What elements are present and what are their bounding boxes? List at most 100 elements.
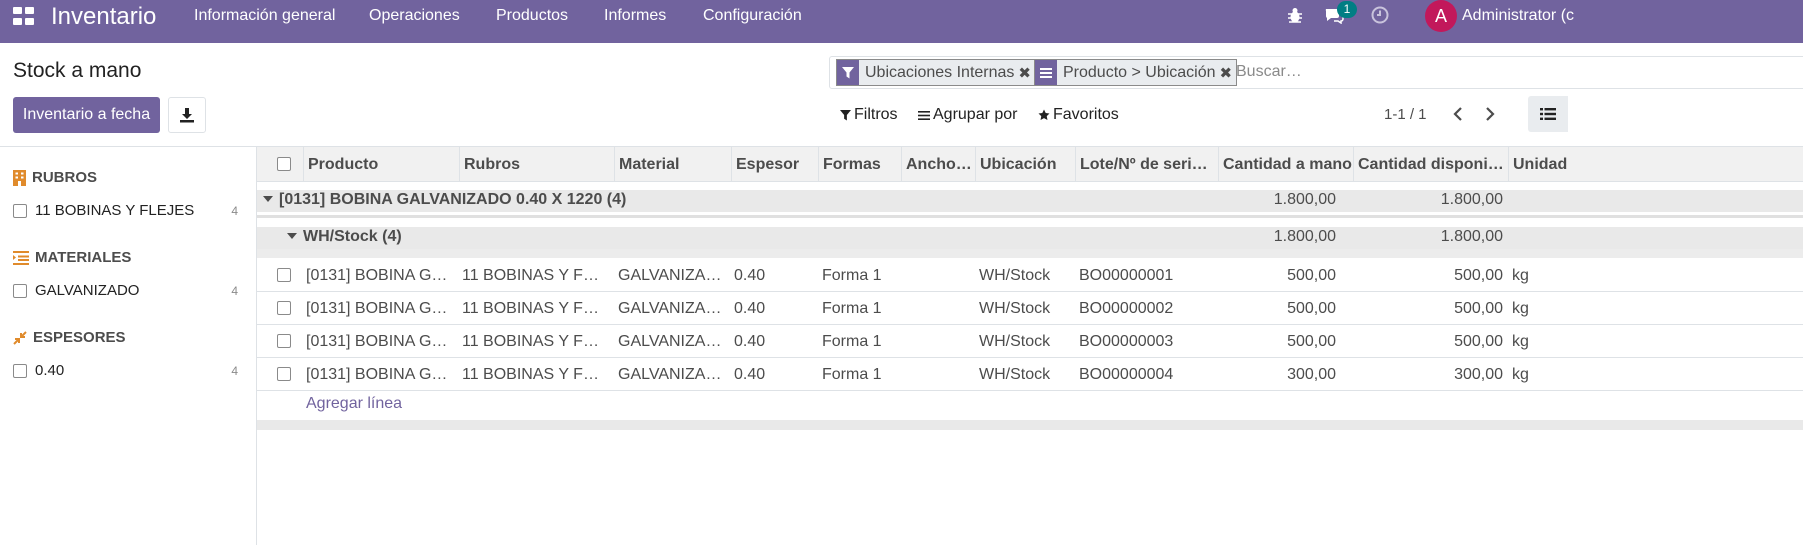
column-header-rubros[interactable]: Rubros xyxy=(459,147,614,182)
cell-ancho xyxy=(905,292,971,325)
section-title-label: RUBROS xyxy=(32,169,98,186)
search-box[interactable]: Ubicaciones Internas ✖ Producto > Ubicac… xyxy=(829,56,1803,89)
column-header-formas[interactable]: Formas xyxy=(818,147,901,182)
filter-icon xyxy=(837,60,859,85)
search-input[interactable] xyxy=(1236,63,1536,81)
cell-product: [0131] BOBINA GALVANIZADO 0.40 X 1220 xyxy=(306,267,448,284)
cell-location: WH/Stock xyxy=(979,267,1051,284)
table-row[interactable]: [0131] BOBINA GALVANIZADO 0.40 X 1220 11… xyxy=(257,259,1803,292)
group-separator xyxy=(257,215,1803,218)
filters-label: Filtros xyxy=(854,106,898,123)
list-indent-icon xyxy=(13,250,29,265)
column-header-ancho[interactable]: Ancho… xyxy=(901,147,975,182)
cell-lot-serial: BO00000002 xyxy=(1079,300,1174,317)
clock-icon[interactable] xyxy=(1371,6,1389,24)
column-header-qty-available[interactable]: Cantidad disponi… xyxy=(1353,147,1508,182)
column-header-product[interactable]: Producto xyxy=(303,147,459,182)
menu-item-general-info[interactable]: Información general xyxy=(194,7,335,25)
group-row-location[interactable]: WH/Stock (4) 1.800,00 1.800,00 xyxy=(257,227,1803,249)
app-title[interactable]: Inventario xyxy=(51,3,156,31)
cell-qty-available: 500,00 xyxy=(1454,267,1503,284)
column-header-location[interactable]: Ubicación xyxy=(975,147,1075,182)
cell-location: WH/Stock xyxy=(979,300,1051,317)
apps-menu-icon[interactable] xyxy=(13,7,35,25)
bars-icon xyxy=(918,110,930,120)
cell-material: GALVANIZADO xyxy=(618,333,728,350)
facet-label: Ubicaciones Internas xyxy=(865,63,1015,81)
user-name[interactable]: Administrator (c xyxy=(1462,7,1574,25)
filters-button[interactable]: Filtros xyxy=(840,106,898,124)
cell-forma: Forma 1 xyxy=(822,267,882,284)
column-header-espesor[interactable]: Espesor xyxy=(731,147,818,182)
section-title-materiales: MATERIALES xyxy=(13,249,131,266)
cell-lot-serial: BO00000001 xyxy=(1079,267,1174,284)
cell-rubro: 11 BOBINAS Y FLEJES xyxy=(462,300,605,317)
cell-unit: kg xyxy=(1512,267,1529,284)
sidebar-item-galvanizado[interactable]: GALVANIZADO 4 xyxy=(13,282,243,299)
table-row[interactable]: [0131] BOBINA GALVANIZADO 0.40 X 1220 11… xyxy=(257,292,1803,325)
column-header-lot-serial[interactable]: Lote/Nº de seri… xyxy=(1075,147,1218,182)
avatar[interactable]: A xyxy=(1425,0,1457,32)
cell-unit: kg xyxy=(1512,300,1529,317)
group-row-product[interactable]: [0131] BOBINA GALVANIZADO 0.40 X 1220 (4… xyxy=(257,190,1803,212)
facet-internal-locations[interactable]: Ubicaciones Internas ✖ xyxy=(836,59,1036,86)
close-icon[interactable]: ✖ xyxy=(1018,64,1035,82)
column-header-unit[interactable]: Unidad xyxy=(1508,147,1803,182)
inventory-at-date-button[interactable]: Inventario a fecha xyxy=(13,97,160,133)
cell-unit: kg xyxy=(1512,333,1529,350)
favorites-button[interactable]: Favoritos xyxy=(1038,106,1119,124)
row-checkbox[interactable] xyxy=(277,334,291,348)
row-checkbox[interactable] xyxy=(277,367,291,381)
caret-down-icon xyxy=(263,195,273,202)
sidebar-item-bobinas-flejes[interactable]: 11 BOBINAS Y FLEJES 4 xyxy=(13,202,243,219)
list-view-button[interactable] xyxy=(1528,96,1568,132)
sidebar-item-label: 11 BOBINAS Y FLEJES xyxy=(35,202,195,219)
top-navbar: Inventario Información general Operacion… xyxy=(0,0,1803,43)
checkbox[interactable] xyxy=(13,203,27,218)
cell-lot-serial: BO00000003 xyxy=(1079,333,1174,350)
cell-unit: kg xyxy=(1512,366,1529,383)
group-by-icon xyxy=(1035,60,1057,85)
column-header-material[interactable]: Material xyxy=(614,147,731,182)
facet-label: Producto > Ubicación xyxy=(1063,63,1216,81)
checkbox[interactable] xyxy=(13,283,27,298)
pager-value[interactable]: 1-1 / 1 xyxy=(1384,106,1427,123)
search-panel: RUBROS 11 BOBINAS Y FLEJES 4 MATERIALES … xyxy=(0,146,257,545)
cell-rubro: 11 BOBINAS Y FLEJES xyxy=(462,267,605,284)
favorites-label: Favoritos xyxy=(1053,106,1119,123)
menu-item-operations[interactable]: Operaciones xyxy=(369,7,460,25)
menu-item-products[interactable]: Productos xyxy=(496,7,568,25)
bug-icon[interactable] xyxy=(1287,6,1303,24)
sidebar-item-espesor-040[interactable]: 0.40 4 xyxy=(13,362,243,379)
download-button[interactable] xyxy=(168,97,206,133)
select-all-checkbox[interactable] xyxy=(277,157,291,171)
group-by-button[interactable]: Agrupar por xyxy=(918,106,1018,124)
menu-item-configuration[interactable]: Configuración xyxy=(703,7,802,25)
download-icon xyxy=(180,108,194,123)
facet-group-by[interactable]: Producto > Ubicación ✖ xyxy=(1034,59,1238,86)
cell-ancho xyxy=(905,325,971,358)
compress-icon xyxy=(13,330,27,345)
chevron-right-icon[interactable] xyxy=(1482,104,1498,124)
table-row[interactable]: [0131] BOBINA GALVANIZADO 0.40 X 1220 11… xyxy=(257,358,1803,391)
cell-espesor: 0.40 xyxy=(734,366,766,383)
add-line-link[interactable]: Agregar línea xyxy=(306,395,402,413)
row-checkbox[interactable] xyxy=(277,268,291,282)
caret-down-icon xyxy=(287,232,297,239)
row-checkbox[interactable] xyxy=(277,301,291,315)
cell-espesor: 0.40 xyxy=(734,267,766,284)
section-title-espesores: ESPESORES xyxy=(13,329,126,346)
page-title: Stock a mano xyxy=(13,59,142,82)
close-icon[interactable]: ✖ xyxy=(1220,64,1237,82)
column-header-qty-on-hand[interactable]: Cantidad a mano xyxy=(1218,147,1353,182)
checkbox[interactable] xyxy=(13,363,27,378)
cell-product: [0131] BOBINA GALVANIZADO 0.40 X 1220 xyxy=(306,300,448,317)
table-row[interactable]: [0131] BOBINA GALVANIZADO 0.40 X 1220 11… xyxy=(257,325,1803,358)
cell-forma: Forma 1 xyxy=(822,300,882,317)
cell-forma: Forma 1 xyxy=(822,366,882,383)
menu-item-reports[interactable]: Informes xyxy=(604,7,666,25)
filter-icon xyxy=(840,109,851,121)
cell-rubro: 11 BOBINAS Y FLEJES xyxy=(462,333,605,350)
chevron-left-icon[interactable] xyxy=(1450,104,1466,124)
sidebar-item-label: GALVANIZADO xyxy=(35,282,140,299)
